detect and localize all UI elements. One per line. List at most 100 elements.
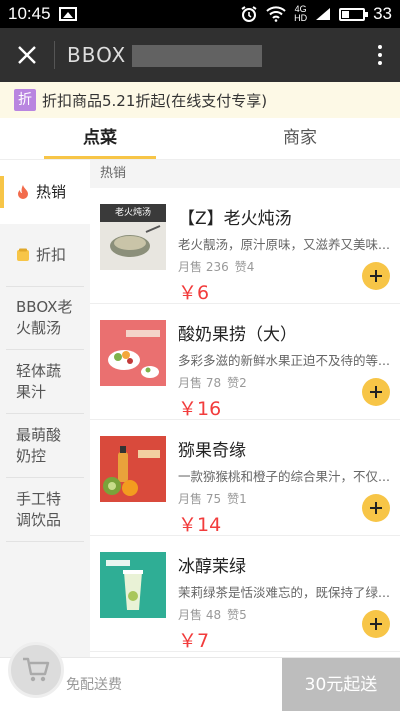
product-image [100,552,166,618]
sidebar-item-juice[interactable]: 轻体蔬果汁 [6,350,84,414]
product-list: 热销 老火炖汤 【Z】老火炖汤 老火靓汤，原汁原味，又滋养又美味... 月售 2… [90,160,400,657]
tag-icon [17,248,29,261]
battery-fill [342,10,350,18]
promo-text: 折扣商品5.21折起(在线支付专享) [42,91,268,110]
sidebar-item-yogurt[interactable]: 最萌酸奶控 [6,414,84,478]
soup-bowl-icon [100,222,166,270]
tab-order[interactable]: 点菜 [0,118,200,159]
product-name: 【Z】老火炖汤 [178,209,292,229]
discount-badge: 折 [14,89,36,111]
battery-percent: 33 [373,4,392,23]
alarm-icon [241,6,257,22]
title-divider [54,41,55,69]
sidebar-item-label: 热销 [36,182,67,201]
close-icon [18,46,36,64]
product-price: ￥16 [178,398,222,420]
sidebar-item-discount[interactable]: 折扣 [0,224,90,286]
sidebar-item-drinks[interactable]: 手工特调饮品 [6,478,84,542]
sidebar-item-label: 折扣 [36,245,67,264]
product-desc: 老火靓汤，原汁原味，又滋养又美味... [178,237,390,252]
product-meta: 月售 236 赞4 [178,258,390,275]
cart-bar: 免配送费 30元起送 [0,642,400,711]
image-notification-icon [58,7,77,21]
add-to-cart-button[interactable] [362,262,390,290]
product-name: 酸奶果捞（大） [178,325,297,345]
plus-icon [370,502,382,514]
more-dot [378,61,382,65]
add-to-cart-button[interactable] [362,378,390,406]
section-header: 热销 [90,160,400,188]
product-info: 【Z】老火炖汤 老火靓汤，原汁原味，又滋养又美味... 月售 236 赞4 ￥6 [178,204,390,304]
cart-icon [23,657,50,682]
list-item[interactable]: 冰醇茉绿 茉莉绿茶是恬淡难忘的，既保持了绿... 月售 48 赞5 ￥7 [90,536,400,652]
product-desc: 茉莉绿茶是恬淡难忘的，既保持了绿... [178,585,390,600]
plus-icon [370,386,382,398]
product-info: 酸奶果捞（大） 多彩多滋的新鲜水果正迫不及待的等... 月售 78 赞2 ￥16 [178,320,390,420]
sidebar-item-label: 最萌酸奶控 [16,425,62,465]
tab-merchant[interactable]: 商家 [200,118,400,159]
product-image [100,436,166,502]
status-time: 10:45 [8,4,51,23]
product-price: ￥6 [178,282,210,304]
product-price: ￥7 [178,630,210,652]
checkout-button[interactable]: 30元起送 [282,658,400,711]
flame-icon [18,185,28,199]
fruit-bowl-icon [100,320,166,386]
status-right: 4G HD 33 [240,4,392,24]
more-menu-button[interactable] [360,28,400,82]
plus-icon [370,270,382,282]
list-item[interactable]: 猕果奇缘 一款猕猴桃和橙子的综合果汁，不仅... 月售 75 赞1 ￥14 [90,420,400,536]
green-tea-icon [100,552,166,618]
wifi-icon [266,6,286,22]
likes-count: 赞1 [227,492,247,506]
promo-banner[interactable]: 折 折扣商品5.21折起(在线支付专享) [0,82,400,118]
more-dot [378,45,382,49]
list-item[interactable]: 老火炖汤 【Z】老火炖汤 老火靓汤，原汁原味，又滋养又美味... 月售 236 赞… [90,188,400,304]
product-desc: 多彩多滋的新鲜水果正迫不及待的等... [178,353,390,368]
monthly-sales: 月售 236 [178,260,229,274]
monthly-sales: 月售 48 [178,608,222,622]
add-to-cart-button[interactable] [362,494,390,522]
list-item[interactable]: 酸奶果捞（大） 多彩多滋的新鲜水果正迫不及待的等... 月售 78 赞2 ￥16 [90,304,400,420]
status-bar: 10:45 4G HD 33 [0,0,400,28]
thumb-banner: 老火炖汤 [100,204,166,222]
add-to-cart-button[interactable] [362,610,390,638]
product-name: 冰醇茉绿 [178,557,246,577]
tab-bar: 点菜 商家 [0,118,400,160]
monthly-sales: 月售 78 [178,376,222,390]
product-image: 老火炖汤 [100,204,166,270]
page-title: BBOX [67,43,360,68]
product-image [100,320,166,386]
delivery-fee-text: 免配送费 [66,677,122,693]
network-indicator: 4G HD [294,5,307,23]
sidebar-item-hot[interactable]: 热销 [0,160,90,224]
product-name: 猕果奇缘 [178,441,246,461]
cart-button[interactable] [8,642,64,698]
title-bar: BBOX [0,28,400,82]
sidebar-item-label: BBOX老火靓汤 [16,298,73,337]
shop-name: BBOX [67,42,127,67]
network-hd: HD [294,13,308,23]
category-sidebar: 热销 折扣 BBOX老火靓汤 轻体蔬果汁 最萌酸奶控 手工特调饮品 [0,160,90,657]
close-button[interactable] [0,28,54,82]
signal-icon [316,8,331,20]
likes-count: 赞5 [227,608,247,622]
battery-icon [339,7,369,21]
product-desc: 一款猕猴桃和橙子的综合果汁，不仅... [178,469,390,484]
blurred-title-region [132,45,263,68]
kiwi-juice-icon [100,436,166,502]
thumb-text: 老火炖汤 [114,208,151,218]
likes-count: 赞2 [227,376,247,390]
product-info: 冰醇茉绿 茉莉绿茶是恬淡难忘的，既保持了绿... 月售 48 赞5 ￥7 [178,552,390,652]
product-meta: 月售 78 赞2 [178,374,390,391]
plus-icon [370,618,382,630]
sidebar-item-label: 手工特调饮品 [16,489,62,529]
product-info: 猕果奇缘 一款猕猴桃和橙子的综合果汁，不仅... 月售 75 赞1 ￥14 [178,436,390,536]
likes-count: 赞4 [234,260,255,274]
monthly-sales: 月售 75 [178,492,222,506]
product-meta: 月售 75 赞1 [178,490,390,507]
sidebar-item-label: 轻体蔬果汁 [16,361,62,401]
product-price: ￥14 [178,514,222,536]
sidebar-item-soup[interactable]: BBOX老火靓汤 [6,286,84,350]
product-meta: 月售 48 赞5 [178,606,390,623]
